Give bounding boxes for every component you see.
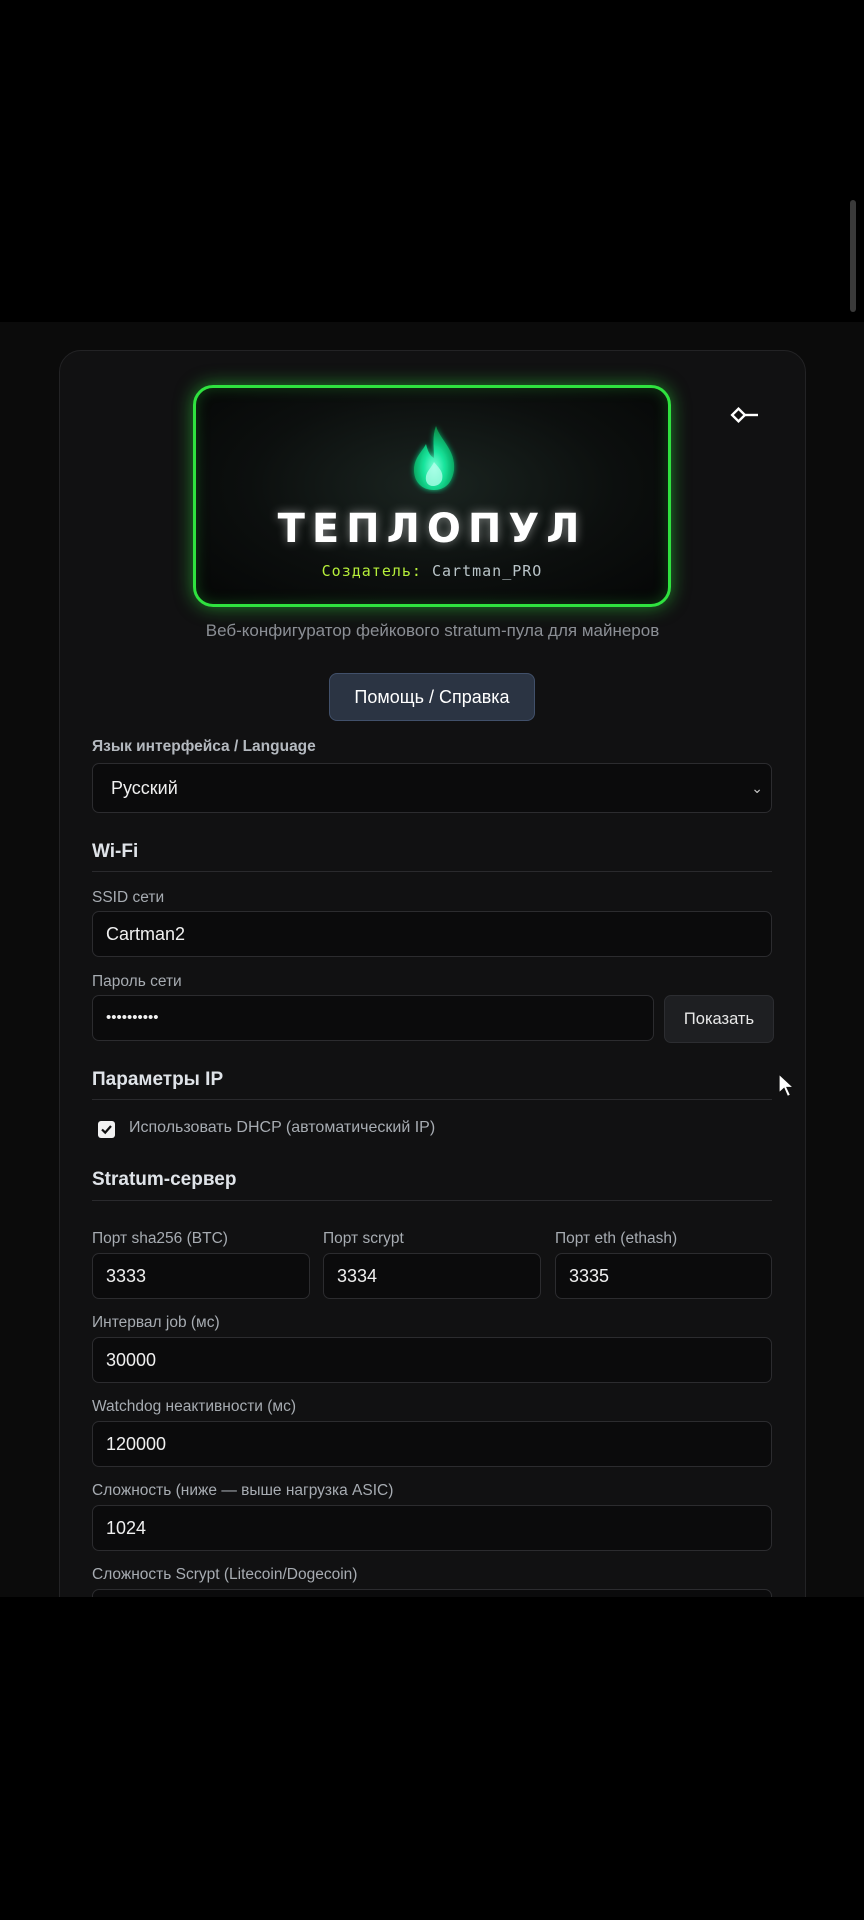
port-scrypt-label: Порт scrypt (323, 1230, 404, 1247)
ip-divider (92, 1099, 772, 1100)
bottom-black-area (0, 1597, 864, 1920)
ssid-input[interactable]: Cartman2 (92, 911, 772, 957)
port-scrypt-input[interactable]: 3334 (323, 1253, 541, 1299)
ip-section-title: Параметры IP (92, 1069, 224, 1090)
mouse-cursor-icon (778, 1073, 796, 1098)
password-label: Пароль сети (92, 973, 182, 990)
dhcp-checkbox[interactable] (98, 1121, 115, 1138)
chevron-down-icon: ⌄ (751, 780, 763, 796)
page-viewport: ТЕПЛОПУЛ Создатель: Cartman_PRO Веб-конф… (0, 322, 864, 1597)
key-icon[interactable] (730, 405, 760, 427)
port-eth-label: Порт eth (ethash) (555, 1230, 678, 1247)
watchdog-input[interactable]: 120000 (92, 1421, 772, 1467)
subtitle: Веб-конфигуратор фейкового stratum-пула … (205, 621, 660, 640)
scrypt-difficulty-input[interactable] (92, 1589, 772, 1597)
port-sha256-label: Порт sha256 (BTC) (92, 1230, 228, 1247)
logo-title: ТЕПЛОПУЛ (277, 506, 587, 552)
config-card: ТЕПЛОПУЛ Создатель: Cartman_PRO Веб-конф… (59, 350, 806, 1597)
ssid-label: SSID сети (92, 889, 165, 906)
password-input[interactable]: •••••••••• (92, 995, 654, 1041)
show-password-button[interactable]: Показать (664, 995, 774, 1043)
wifi-divider (92, 871, 772, 872)
dhcp-label: Использовать DHCP (автоматический IP) (129, 1119, 436, 1136)
scrollbar-thumb[interactable] (850, 200, 856, 312)
port-sha256-input[interactable]: 3333 (92, 1253, 310, 1299)
top-black-area (0, 0, 864, 322)
checkmark-icon (101, 1125, 112, 1135)
language-select[interactable]: Русский ⌄ (92, 763, 772, 813)
creator-name: Cartman_PRO (432, 562, 543, 580)
job-interval-input[interactable]: 30000 (92, 1337, 772, 1383)
watchdog-label: Watchdog неактивности (мс) (92, 1398, 296, 1415)
logo-creator: Создатель: Cartman_PRO (196, 562, 668, 580)
job-interval-label: Интервал job (мс) (92, 1314, 220, 1331)
port-eth-input[interactable]: 3335 (555, 1253, 772, 1299)
creator-label: Создатель: (321, 562, 422, 580)
wifi-section-title: Wi-Fi (92, 841, 139, 862)
difficulty-input[interactable]: 1024 (92, 1505, 772, 1551)
difficulty-label: Сложность (ниже — выше нагрузка ASIC) (92, 1482, 394, 1499)
help-button[interactable]: Помощь / Справка (329, 673, 535, 721)
language-label: Язык интерфейса / Language (92, 738, 316, 755)
scrypt-difficulty-label: Сложность Scrypt (Litecoin/Dogecoin) (92, 1566, 358, 1583)
stratum-divider (92, 1200, 772, 1201)
stratum-section-title: Stratum-сервер (92, 1169, 237, 1190)
language-selected-value: Русский (111, 778, 178, 798)
logo-banner: ТЕПЛОПУЛ Создатель: Cartman_PRO (193, 385, 671, 607)
flame-icon (414, 426, 455, 490)
